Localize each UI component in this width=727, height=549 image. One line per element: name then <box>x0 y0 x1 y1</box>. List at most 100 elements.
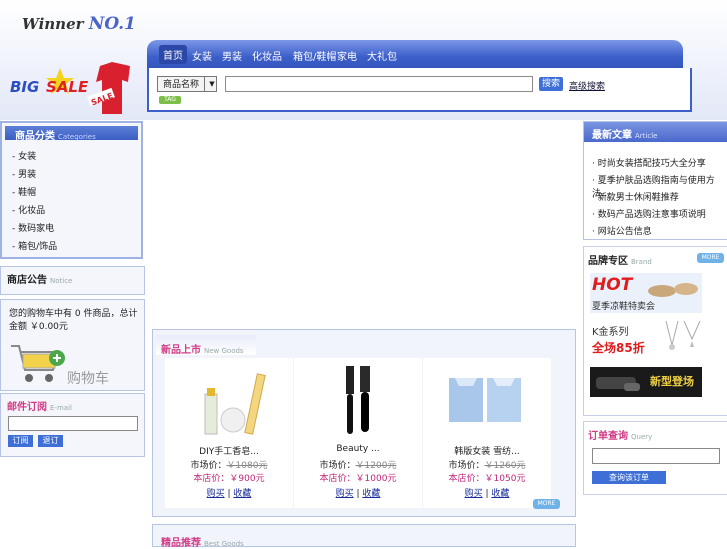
buy-link[interactable]: 购买 <box>207 489 225 499</box>
market-price-value: ￥1260元 <box>484 461 526 471</box>
brand-banner-sandals[interactable]: HOT 夏季凉鞋特卖会 <box>590 273 702 313</box>
category-label: 男装 <box>18 170 37 180</box>
new-goods-title-wrap: 新品上市 New Goods <box>161 341 244 356</box>
subscribe-subtitle: E-mail <box>50 404 72 412</box>
shopping-cart-icon[interactable] <box>9 342 67 386</box>
nav-item-women[interactable]: 女装 <box>192 48 212 63</box>
subscribe-title-text: 邮件订阅 <box>7 402 47 413</box>
big-text: BIG <box>10 78 39 96</box>
best-goods-section: 精品推荐 Best Goods <box>152 524 576 549</box>
notice-subtitle: Notice <box>50 277 73 285</box>
favorite-link[interactable]: 收藏 <box>233 489 251 499</box>
article-header: 最新文章 Article <box>584 122 727 142</box>
product-name[interactable]: Beauty ... <box>294 444 422 454</box>
article-link: 数码产品选购注意事项说明 <box>597 210 706 220</box>
brand-banner-console[interactable]: 新型登场 <box>590 367 702 397</box>
category-item-shoes[interactable]: - 鞋帽 <box>12 185 36 198</box>
notice-title: 商店公告 Notice <box>7 271 72 286</box>
subscribe-title: 邮件订阅 E-mail <box>7 398 72 413</box>
article-item[interactable]: · 数码产品选购注意事项说明 <box>592 207 706 220</box>
article-item[interactable]: · 网站公告信息 <box>592 224 652 237</box>
necklace-icon <box>665 320 701 350</box>
market-price-value: ￥1200元 <box>355 461 397 471</box>
order-query-title: 订单查询 Query <box>588 427 652 442</box>
article-subtitle: Article <box>635 132 658 140</box>
product-image-soap[interactable] <box>195 370 269 440</box>
order-query-panel: 订单查询 Query 查询该订单 <box>583 421 727 495</box>
brand-banner-jewelry[interactable]: K金系列 全场85折 <box>590 319 702 359</box>
brand-panel: 品牌专区 Brand MORE HOT 夏季凉鞋特卖会 K金系列 全场85折 新型… <box>583 246 727 416</box>
product-market-price: 市场价：￥1200元 <box>294 458 422 471</box>
article-item[interactable]: · 时尚女装搭配技巧大全分享 <box>592 156 706 169</box>
product-sale-price: 本店价：￥1050元 <box>423 471 551 484</box>
buy-link[interactable]: 购买 <box>465 489 483 499</box>
sale-label: 本店价： <box>448 474 485 484</box>
product-image-mascara[interactable] <box>338 364 378 440</box>
best-goods-title: 精品推荐 <box>161 538 201 549</box>
brand-discount-text: 全场85折 <box>592 341 645 355</box>
product-name[interactable]: 韩版女装 雪纺... <box>423 444 551 457</box>
product-card: DIY手工香皂... 市场价：￥1080元 本店价：￥900元 购买 | 收藏 <box>165 358 293 508</box>
category-item-bags[interactable]: - 箱包/饰品 <box>12 239 57 252</box>
chevron-down-icon[interactable]: ▼ <box>204 76 219 92</box>
notice-panel: 商店公告 Notice <box>0 266 145 295</box>
best-goods-title-wrap: 精品推荐 Best Goods <box>161 534 244 549</box>
category-item-men[interactable]: - 男装 <box>12 167 36 180</box>
nav-item-cosmetics[interactable]: 化妆品 <box>252 48 282 63</box>
category-label: 数码家电 <box>18 224 55 234</box>
product-image-dress[interactable] <box>447 376 523 426</box>
nav-item-home[interactable]: 首页 <box>159 45 187 64</box>
order-number-input[interactable] <box>592 448 720 464</box>
unsubscribe-button[interactable]: 退订 <box>38 435 63 447</box>
email-field[interactable] <box>8 416 138 431</box>
product-links: 购买 | 收藏 <box>206 489 252 499</box>
search-input[interactable] <box>225 76 533 92</box>
category-label: 箱包/饰品 <box>18 242 58 252</box>
brand-more-button[interactable]: MORE <box>697 253 724 263</box>
cart-label[interactable]: 购物车 <box>67 368 109 388</box>
shirt-icon <box>96 62 130 114</box>
game-console-icon <box>596 377 640 391</box>
nav-item-appliances[interactable]: 家电 <box>337 48 357 63</box>
advanced-search-link[interactable]: 高级搜索 <box>569 79 605 92</box>
product-market-price: 市场价：￥1260元 <box>423 458 551 471</box>
brand-title-text: 品牌专区 <box>588 256 628 267</box>
tag-button[interactable]: TAG <box>159 96 181 104</box>
market-label: 市场价： <box>319 461 356 471</box>
notice-title-text: 商店公告 <box>7 275 47 286</box>
article-link: 时尚女装搭配技巧大全分享 <box>597 159 706 169</box>
product-name[interactable]: DIY手工香皂... <box>165 444 293 457</box>
article-item[interactable]: · 新款男士休闲鞋推荐 <box>592 190 679 203</box>
brand-title: 品牌专区 Brand <box>588 252 652 267</box>
favorite-link[interactable]: 收藏 <box>362 489 380 499</box>
brand-new-text: 新型登场 <box>650 375 694 388</box>
category-item-women[interactable]: - 女装 <box>12 149 36 162</box>
nav-item-bags[interactable]: 箱包/鞋帽 <box>293 48 336 63</box>
buy-link[interactable]: 购买 <box>336 489 354 499</box>
article-link: 网站公告信息 <box>597 227 652 237</box>
favorite-link[interactable]: 收藏 <box>491 489 509 499</box>
nav-item-men[interactable]: 男装 <box>222 48 242 63</box>
site-logo[interactable]: Winner NO.1 <box>22 14 136 34</box>
article-link: 新款男士休闲鞋推荐 <box>597 193 679 203</box>
category-item-digital[interactable]: - 数码家电 <box>12 221 54 234</box>
order-query-button[interactable]: 查询该订单 <box>592 471 666 484</box>
product-sale-price: 本店价：￥900元 <box>165 471 293 484</box>
brand-hot-text: HOT <box>592 275 633 295</box>
product-card: Beauty ... 市场价：￥1200元 本店价：￥1000元 购买 | 收藏 <box>294 358 422 508</box>
big-sale-banner[interactable]: BIG SALE SALE <box>8 62 138 120</box>
search-button[interactable]: 搜索 <box>539 77 563 91</box>
subscribe-panel: 邮件订阅 E-mail 订阅 退订 <box>0 393 145 457</box>
best-goods-subtitle: Best Goods <box>204 540 244 548</box>
new-goods-tab: 新品上市 New Goods <box>156 335 256 356</box>
nav-item-gift[interactable]: 大礼包 <box>367 48 397 63</box>
order-query-title-text: 订单查询 <box>588 431 628 442</box>
subscribe-button[interactable]: 订阅 <box>8 435 33 447</box>
market-price-value: ￥1080元 <box>226 461 268 471</box>
category-subtitle: Categories <box>58 133 96 141</box>
category-label: 鞋帽 <box>18 188 37 198</box>
sandal-icon <box>648 283 698 297</box>
new-goods-more-button[interactable]: MORE <box>533 499 560 509</box>
category-item-cosmetics[interactable]: - 化妆品 <box>12 203 45 216</box>
category-header: 商品分类 Categories <box>5 126 138 142</box>
